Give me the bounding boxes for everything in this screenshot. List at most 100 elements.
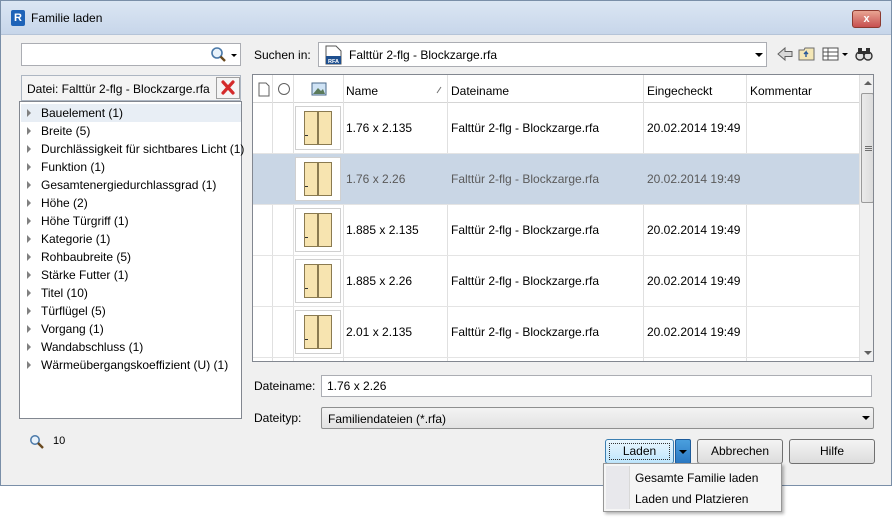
scroll-up-arrow-icon[interactable] [864,81,872,85]
expand-arrow-icon[interactable] [27,163,31,171]
result-count: 10 [53,435,66,447]
cancel-button[interactable]: Abbrechen [697,439,783,464]
search-icon [211,47,237,62]
look-in-label: Suchen in: [254,48,311,62]
row-filename: Falttür 2-flg - Blockzarge.rfa [451,121,600,135]
row-checkedin: 20.02.2014 19:49 [647,325,741,339]
document-icon [258,82,270,97]
search-input[interactable] [23,45,203,64]
door-thumbnail [295,208,341,252]
facet-item[interactable]: Höhe (2) [21,194,241,212]
search-field[interactable] [21,43,241,66]
expand-arrow-icon[interactable] [27,235,31,243]
filetype-value: Familiendateien (*.rfa) [328,412,447,426]
row-name: 1.76 x 2.26 [346,172,406,186]
column-header-checkedin[interactable]: Eingecheckt [647,84,712,98]
expand-arrow-icon[interactable] [27,145,31,153]
expand-arrow-icon[interactable] [27,127,31,135]
family-types-grid: Name Dateiname Eingecheckt Kommentar 1.7… [252,74,874,362]
help-button[interactable]: Hilfe [789,439,875,464]
binoculars-icon[interactable] [854,44,874,64]
scrollbar-thumb[interactable] [861,93,873,203]
table-row-selected[interactable]: 1.76 x 2.26 Falttür 2-flg - Blockzarge.r… [253,154,859,205]
facet-item[interactable]: Durchlässigkeit für sichtbares Licht (1) [21,140,244,158]
expand-arrow-icon[interactable] [27,289,31,297]
look-in-value: Falttür 2-flg - Blockzarge.rfa [349,48,498,62]
column-header-name[interactable]: Name [346,84,378,98]
window-close-button[interactable]: x [852,10,881,28]
expand-arrow-icon[interactable] [27,253,31,261]
table-row[interactable]: 1.76 x 2.135 Falttür 2-flg - Blockzarge.… [253,103,859,154]
expand-arrow-icon[interactable] [27,217,31,225]
table-row[interactable]: 1.885 x 2.135 Falttür 2-flg - Blockzarge… [253,205,859,256]
menu-item-load-and-place[interactable]: Laden und Platzieren [635,492,748,506]
row-name: 1.76 x 2.135 [346,121,413,135]
back-arrow-icon[interactable] [776,44,794,64]
chevron-down-icon[interactable] [755,53,763,57]
facet-item[interactable]: Vorgang (1) [21,320,241,338]
column-header-filename[interactable]: Dateiname [451,84,509,98]
facet-item[interactable]: Wandabschluss (1) [21,338,241,356]
sort-indicator-icon [436,86,442,94]
row-filename: Falttür 2-flg - Blockzarge.rfa [451,223,600,237]
row-checkedin: 20.02.2014 19:49 [647,172,741,186]
facet-item[interactable]: Wärmeübergangskoeffizient (U) (1) [21,356,241,374]
scroll-down-arrow-icon[interactable] [864,351,872,355]
svg-text:RFA: RFA [328,59,339,65]
search-options-button[interactable] [206,45,240,64]
status-circle-icon [278,83,290,95]
expand-arrow-icon[interactable] [27,199,31,207]
column-header-comment[interactable]: Kommentar [750,84,812,98]
row-name: 2.01 x 2.135 [346,325,413,339]
load-options-menu: Gesamte Familie laden Laden und Platzier… [603,463,782,512]
facet-item[interactable]: Kategorie (1) [21,230,241,248]
menu-item-load-entire-family[interactable]: Gesamte Familie laden [635,471,758,485]
load-button[interactable]: Laden [605,439,674,464]
table-row[interactable]: 2.01 x 2.135 Falttür 2-flg - Blockzarge.… [253,307,859,358]
filetype-label: Dateityp: [254,411,302,425]
chevron-down-icon [679,450,687,454]
facet-item[interactable]: Titel (10) [21,284,241,302]
expand-arrow-icon[interactable] [27,109,31,117]
row-filename: Falttür 2-flg - Blockzarge.rfa [451,325,600,339]
expand-arrow-icon[interactable] [27,361,31,369]
view-options-icon[interactable] [822,44,852,64]
facet-item[interactable]: Höhe Türgriff (1) [21,212,241,230]
file-filter-bar: Datei: Falttür 2-flg - Blockzarge.rfa [21,75,241,101]
rfa-file-icon: RFA [325,45,342,65]
filename-field[interactable] [321,375,872,397]
grid-vertical-scrollbar[interactable] [859,75,873,361]
filename-input[interactable] [325,378,855,394]
facet-item[interactable]: Bauelement (1) [21,104,241,122]
door-thumbnail [295,106,341,150]
load-options-dropdown-button[interactable] [675,439,691,464]
row-filename: Falttür 2-flg - Blockzarge.rfa [451,274,600,288]
up-folder-icon[interactable] [797,44,817,64]
expand-arrow-icon[interactable] [27,181,31,189]
expand-arrow-icon[interactable] [27,343,31,351]
load-family-dialog: R Familie laden x Datei: Falttür 2-flg -… [0,0,892,486]
table-row[interactable]: 1.885 x 2.26 Falttür 2-flg - Blockzarge.… [253,256,859,307]
look-in-dropdown[interactable]: RFA Falttür 2-flg - Blockzarge.rfa [318,42,767,67]
expand-arrow-icon[interactable] [27,325,31,333]
row-name: 1.885 x 2.135 [346,223,419,237]
facet-item[interactable]: Türflügel (5) [21,302,241,320]
facet-item[interactable]: Rohbaubreite (5) [21,248,241,266]
row-name: 1.885 x 2.26 [346,274,413,288]
expand-arrow-icon[interactable] [27,271,31,279]
facet-item[interactable]: Stärke Futter (1) [21,266,241,284]
door-thumbnail [295,310,341,354]
door-thumbnail [295,157,341,201]
row-checkedin: 20.02.2014 19:49 [647,223,741,237]
facet-item[interactable]: Breite (5) [21,122,241,140]
expand-arrow-icon[interactable] [27,307,31,315]
remove-filter-button[interactable] [216,77,240,99]
chevron-down-icon [231,54,237,57]
results-magnifier-icon [30,435,44,449]
filetype-select[interactable]: Familiendateien (*.rfa) [321,407,874,429]
chevron-down-icon[interactable] [862,416,870,420]
image-icon [311,82,327,96]
facet-tree: Bauelement (1) Breite (5) Durchlässigkei… [19,101,244,419]
facet-item[interactable]: Funktion (1) [21,158,241,176]
facet-item[interactable]: Gesamtenergiedurchlassgrad (1) [21,176,241,194]
